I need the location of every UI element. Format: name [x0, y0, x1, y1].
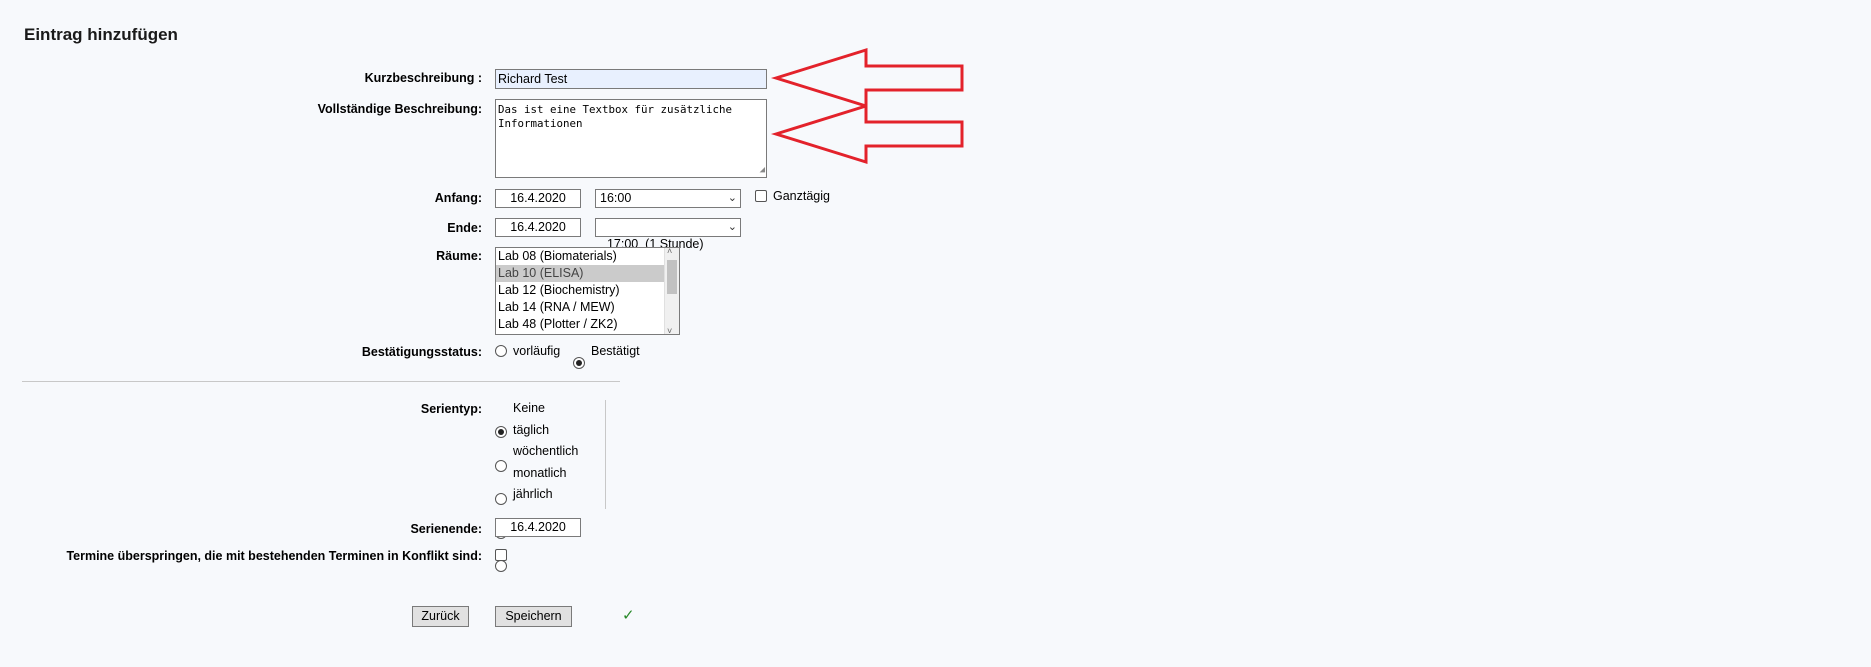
check-icon: ✓	[622, 607, 635, 624]
full-description-line: Informationen	[498, 117, 583, 130]
rooms-scrollbar[interactable]: ˄ ˅	[664, 248, 679, 334]
room-option[interactable]: Lab 12 (Biochemistry)	[496, 282, 679, 299]
arrow-icon	[770, 103, 964, 165]
start-date-input[interactable]: 16.4.2020	[495, 189, 581, 208]
start-time-value: 16:00	[600, 191, 632, 205]
status-tentative-radio[interactable]	[495, 345, 507, 357]
full-description-line: Das ist eine Textbox für zusätzliche	[498, 103, 733, 116]
series-divider	[605, 400, 606, 509]
series-yearly-radio[interactable]	[495, 560, 507, 572]
annotation-arrows	[770, 47, 964, 165]
skip-conflicts-label: Termine überspringen, die mit bestehende…	[66, 549, 482, 563]
room-option[interactable]: Lab 08 (Biomaterials)	[496, 248, 679, 265]
scrollbar-thumb[interactable]	[667, 260, 677, 294]
room-option[interactable]: Lab 48 (Plotter / ZK2)	[496, 316, 679, 333]
chevron-down-icon: ⌄	[727, 192, 737, 204]
scroll-down-icon[interactable]: ˅	[667, 326, 672, 334]
series-weekly-radio[interactable]	[495, 493, 507, 505]
series-option-label: wöchentlich	[513, 444, 579, 458]
status-confirmed-radio[interactable]	[573, 357, 585, 369]
resize-grip-icon[interactable]: ◢	[760, 163, 765, 177]
room-option-selected[interactable]: Lab 10 (ELISA)	[496, 265, 679, 282]
short-description-value: Richard Test	[498, 72, 568, 86]
start-label: Anfang:	[434, 191, 482, 205]
series-end-label: Serienende:	[410, 522, 482, 536]
full-description-label: Vollständige Beschreibung:	[317, 102, 482, 116]
skip-conflicts-checkbox[interactable]	[495, 549, 507, 561]
section-divider	[22, 381, 620, 382]
chevron-down-icon: ⌄	[727, 221, 737, 233]
series-daily-radio[interactable]	[495, 460, 507, 472]
save-button[interactable]: Speichern	[495, 606, 572, 627]
back-button[interactable]: Zurück	[412, 606, 469, 627]
end-label: Ende:	[447, 221, 482, 235]
series-option-label: täglich	[513, 423, 550, 437]
status-tentative-label: vorläufig	[513, 344, 561, 358]
rooms-listbox[interactable]: Lab 08 (Biomaterials) Lab 10 (ELISA) Lab…	[495, 247, 680, 335]
all-day-label: Ganztägig	[773, 189, 830, 203]
series-end-date-input[interactable]: 16.4.2020	[495, 518, 581, 537]
end-date-input[interactable]: 16.4.2020	[495, 218, 581, 237]
series-option-label: Keine	[513, 401, 545, 415]
series-option-label: jährlich	[513, 487, 553, 501]
short-description-input[interactable]: Richard Test	[495, 69, 767, 89]
rooms-label: Räume:	[436, 249, 482, 263]
start-time-select[interactable]: 16:00 ⌄	[595, 189, 741, 208]
series-option-label: monatlich	[513, 466, 567, 480]
page-title: Eintrag hinzufügen	[24, 25, 178, 44]
series-type-label: Serientyp:	[420, 402, 482, 416]
end-time-select[interactable]: 17:00 (1 Stunde) ⌄	[595, 218, 741, 251]
status-confirmed-label: Bestätigt	[591, 344, 640, 358]
full-description-textarea[interactable]: Das ist eine Textbox für zusätzliche Inf…	[495, 99, 767, 178]
arrow-icon	[770, 47, 964, 109]
short-description-label: Kurzbeschreibung :	[364, 71, 482, 85]
series-none-radio[interactable]	[495, 426, 507, 438]
room-option[interactable]: Lab 14 (RNA / MEW)	[496, 299, 679, 316]
scroll-up-icon[interactable]: ˄	[667, 248, 672, 256]
confirmation-status-label: Bestätigungsstatus:	[361, 345, 482, 359]
all-day-checkbox[interactable]	[755, 190, 767, 202]
